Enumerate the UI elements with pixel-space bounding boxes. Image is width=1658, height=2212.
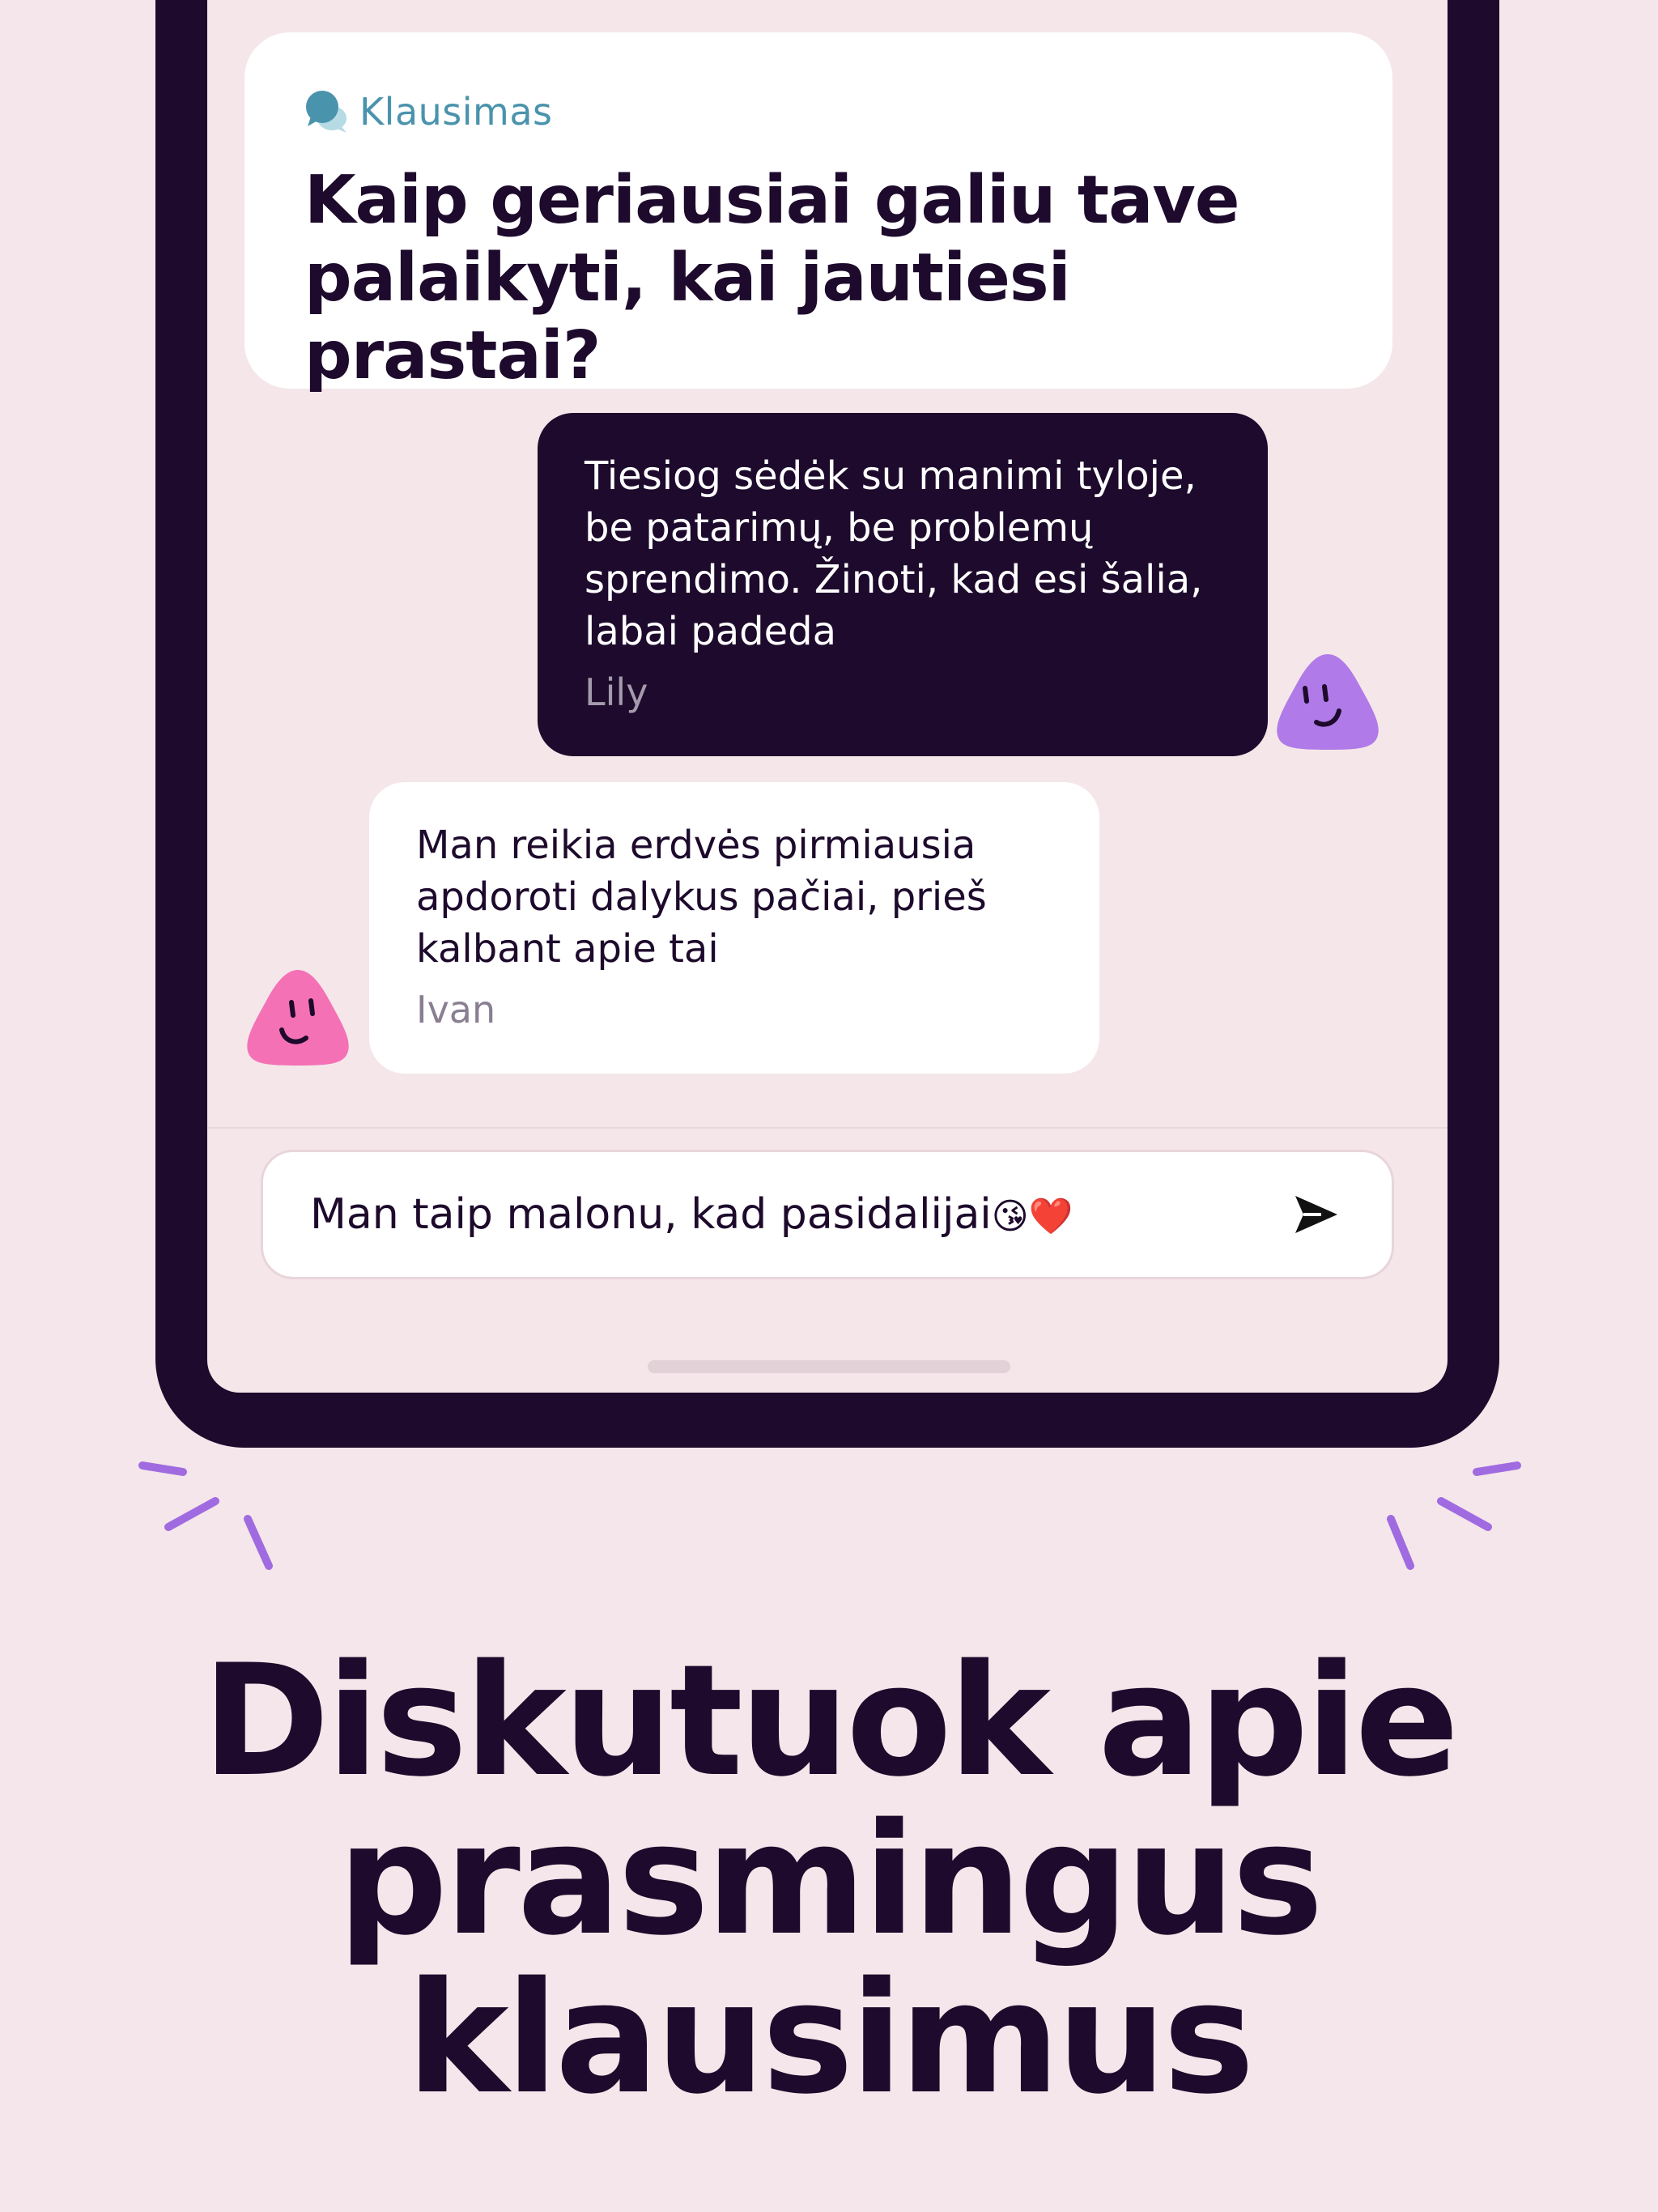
message-input-text[interactable]: Man taip malonu, kad pasidalijai😘❤️ [310, 1190, 1288, 1239]
chat-bubbles-icon [304, 89, 348, 134]
send-arrow-icon [1295, 1196, 1337, 1233]
message-input-emoji: 😘❤️ [991, 1196, 1073, 1237]
message-bubble-lily[interactable]: Tiesiog sėdėk su manimi tyloje, be patar… [538, 413, 1268, 756]
sparkle-decoration-left [130, 1441, 291, 1603]
tablet-screen: Klausimas Kaip geriausiai galiu tave pal… [207, 0, 1448, 1393]
headline: Diskutuok apie prasmingus klausimus [0, 1642, 1658, 2118]
question-line: palaikyti, kai jautiesi prastai? [304, 240, 1071, 394]
headline-line: Diskutuok apie [202, 1631, 1460, 1810]
composer-divider [207, 1127, 1448, 1129]
message-line: apdoroti dalykus pačiai, prieš [416, 874, 987, 920]
message-line: Man reikia erdvės pirmiausia [416, 823, 976, 868]
tablet-frame: Klausimas Kaip geriausiai galiu tave pal… [155, 0, 1499, 1448]
message-text: Tiesiog sėdėk su manimi tyloje, be patar… [585, 450, 1222, 657]
question-text: Kaip geriausiai galiu tave palaikyti, ka… [304, 162, 1333, 395]
avatar-lily[interactable] [1271, 648, 1384, 753]
avatar-ivan[interactable] [241, 963, 355, 1069]
message-line: be patarimų, be problemų [585, 505, 1094, 551]
sparkle-decoration-right [1368, 1441, 1530, 1603]
message-input-value: Man taip malonu, kad pasidalijai [310, 1190, 992, 1239]
message-bubble-ivan[interactable]: Man reikia erdvės pirmiausia apdoroti da… [369, 782, 1099, 1074]
message-line: labai padeda [585, 609, 836, 654]
message-text: Man reikia erdvės pirmiausia apdoroti da… [416, 819, 1054, 975]
message-line: sprendimo. Žinoti, kad esi šalia, [585, 557, 1203, 602]
headline-line: klausimus [406, 1949, 1255, 2128]
message-line: Tiesiog sėdėk su manimi tyloje, [585, 453, 1197, 499]
question-card: Klausimas Kaip geriausiai galiu tave pal… [244, 32, 1392, 394]
message-author: Ivan [416, 988, 496, 1032]
home-indicator[interactable] [648, 1360, 1010, 1373]
message-input[interactable]: Man taip malonu, kad pasidalijai😘❤️ [261, 1150, 1394, 1279]
question-label: Klausimas [359, 90, 553, 134]
headline-line: prasmingus [338, 1790, 1324, 1969]
question-line: Kaip geriausiai galiu tave [304, 162, 1239, 239]
message-line: kalbant apie tai [416, 926, 719, 972]
send-button[interactable] [1288, 1186, 1345, 1243]
question-header: Klausimas [304, 89, 1333, 134]
message-author: Lily [585, 670, 648, 714]
